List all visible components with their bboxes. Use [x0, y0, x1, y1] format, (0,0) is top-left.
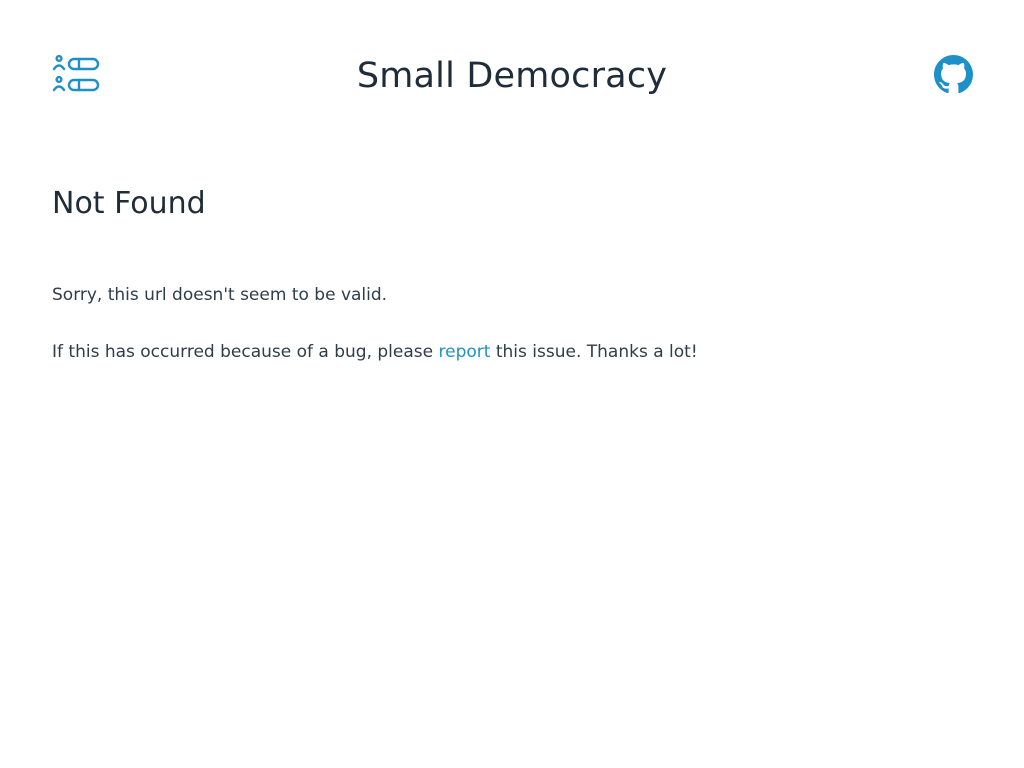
bug-report-prefix: If this has occurred because of a bug, p… — [52, 342, 434, 362]
bug-report-suffix: this issue. Thanks a lot! — [495, 342, 698, 362]
github-icon — [934, 55, 973, 94]
github-link[interactable] — [934, 55, 973, 94]
main-content: Not Found Sorry, this url doesn't seem t… — [52, 180, 972, 364]
error-message: Sorry, this url doesn't seem to be valid… — [52, 285, 388, 305]
page-title: Not Found — [52, 186, 206, 221]
site-title[interactable]: Small Democracy — [0, 54, 1024, 98]
bug-report-message: If this has occurred because of a bug, p… — [52, 340, 972, 364]
site-header: Small Democracy — [0, 0, 1024, 150]
report-link[interactable]: report — [439, 342, 491, 362]
